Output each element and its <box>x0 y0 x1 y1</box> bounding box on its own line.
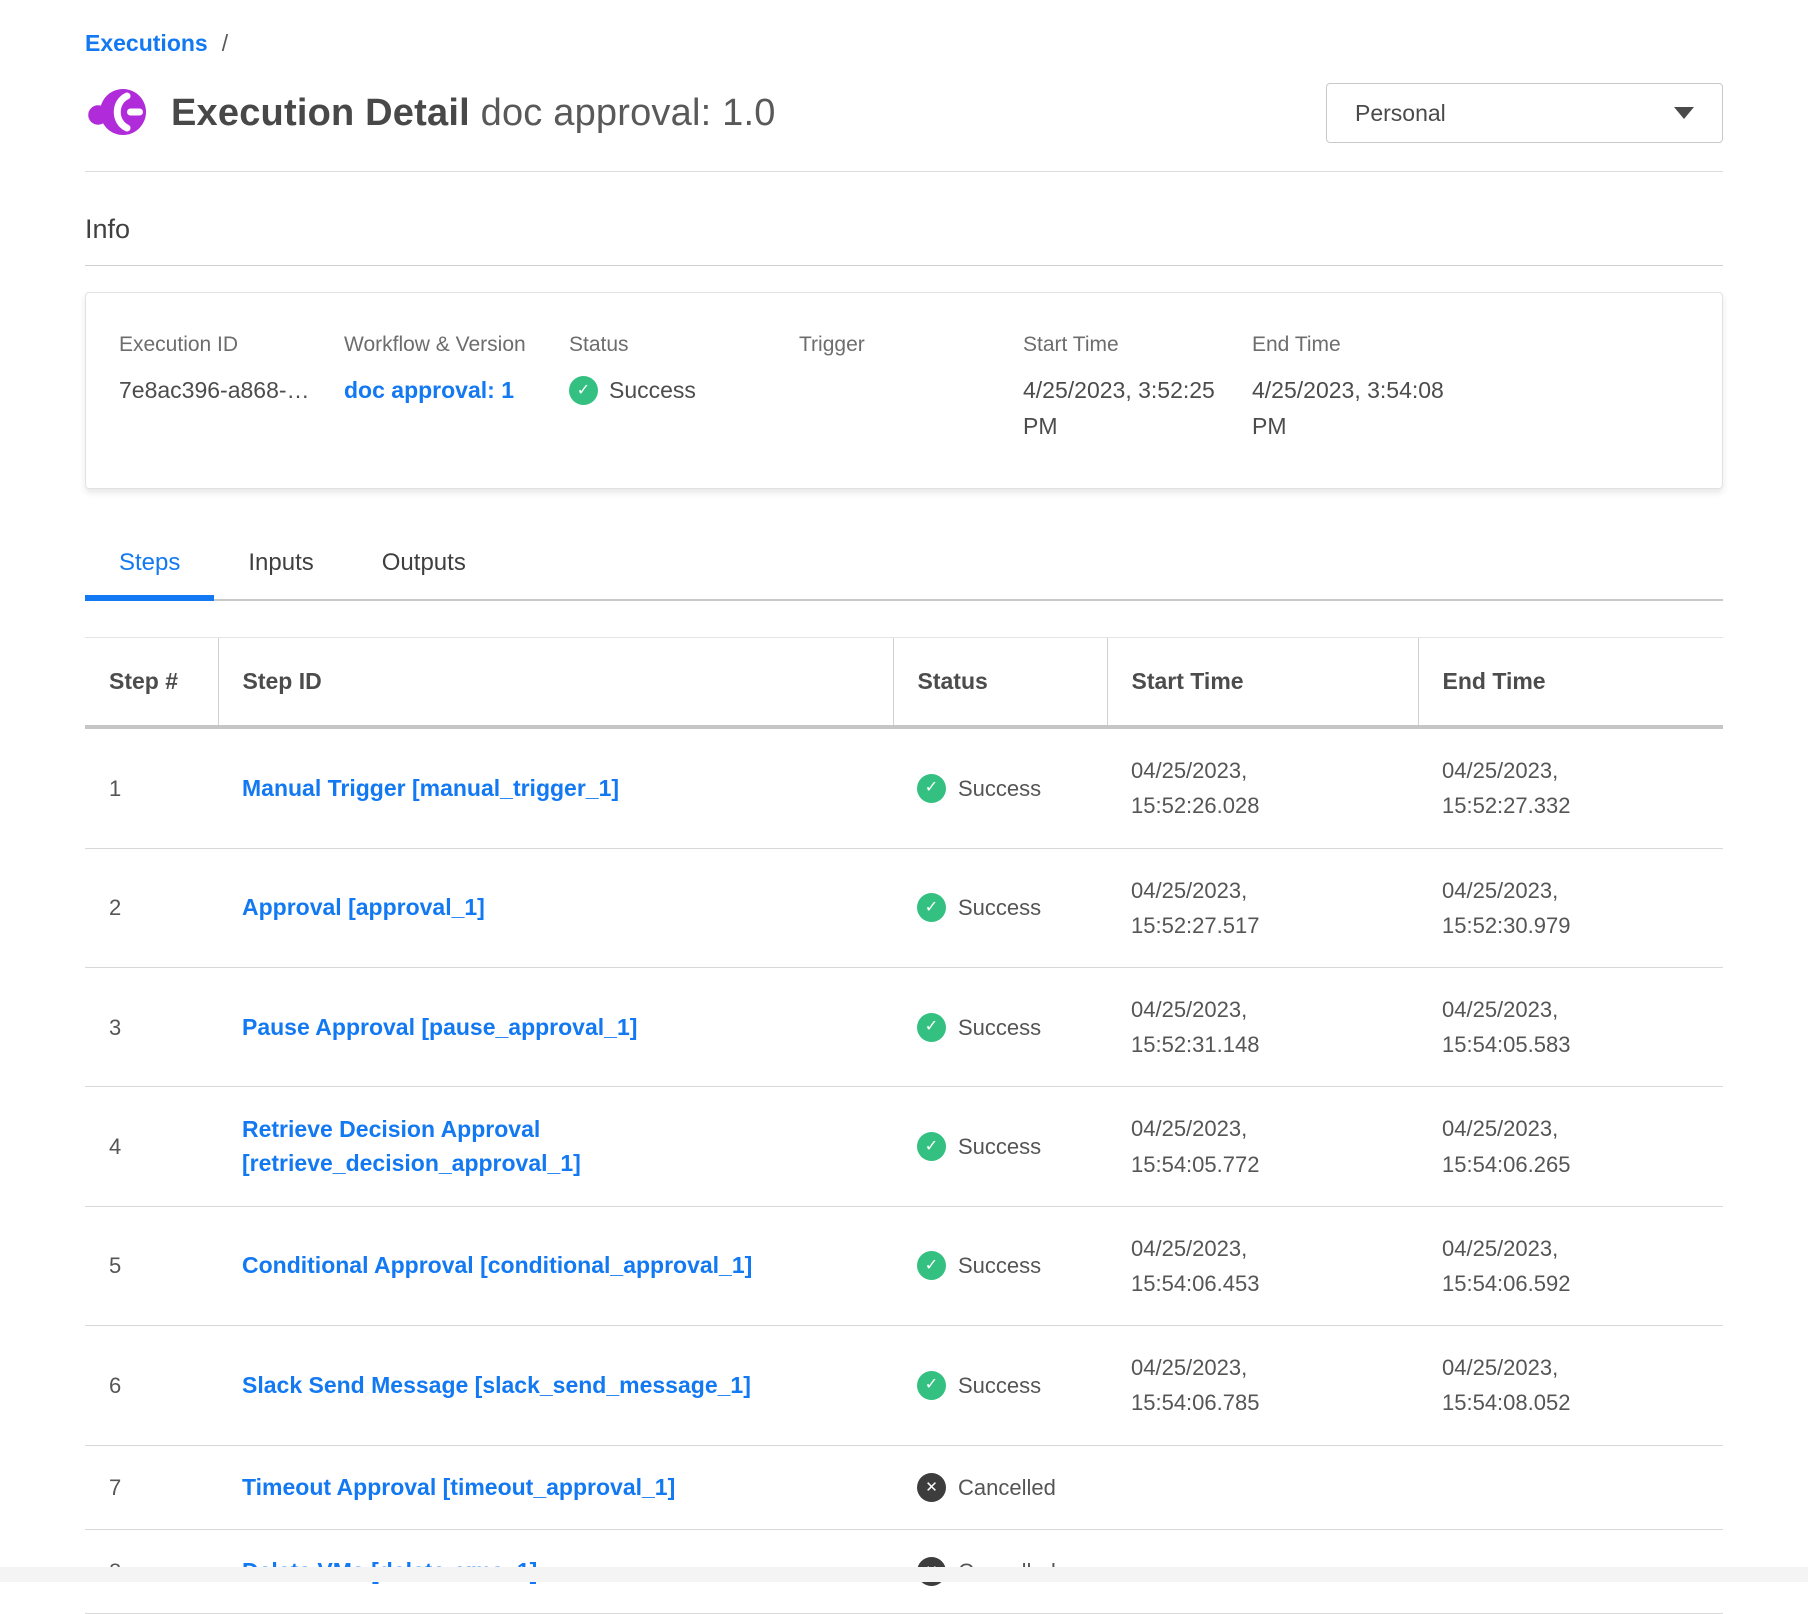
page-bottom-strip <box>0 1567 1808 1582</box>
info-field-status: Status Success <box>569 333 799 444</box>
info-field-execution-id: Execution ID 7e8ac396-a868-… <box>119 333 344 444</box>
status-value: Success <box>569 373 785 409</box>
step-number: 6 <box>85 1326 218 1445</box>
step-number: 5 <box>85 1206 218 1325</box>
start-time-value: 4/25/2023, 3:52:25 PM <box>1023 373 1223 444</box>
step-start-time: 04/25/2023, 15:52:31.148 <box>1131 992 1376 1062</box>
tab-steps[interactable]: Steps <box>85 541 214 601</box>
step-start-time: 04/25/2023, 15:54:06.453 <box>1131 1231 1376 1301</box>
status-text: Cancelled <box>958 1470 1056 1505</box>
info-label: Execution ID <box>119 333 330 357</box>
status-text: Success <box>609 373 696 409</box>
breadcrumb-separator: / <box>222 30 228 57</box>
tab-outputs[interactable]: Outputs <box>348 541 500 601</box>
step-number: 4 <box>85 1087 218 1206</box>
step-end-time: 04/25/2023, 15:52:30.979 <box>1442 873 1687 943</box>
info-field-workflow-version: Workflow & Version doc approval: 1 <box>344 333 569 444</box>
chevron-down-icon <box>1674 107 1694 119</box>
step-start-time: 04/25/2023, 15:54:06.785 <box>1131 1350 1376 1420</box>
status-text: Success <box>958 1248 1041 1283</box>
cancelled-icon <box>917 1473 946 1502</box>
tab-inputs[interactable]: Inputs <box>214 541 347 601</box>
breadcrumb-executions-link[interactable]: Executions <box>85 30 208 57</box>
info-heading: Info <box>85 214 1723 245</box>
step-number: 2 <box>85 848 218 967</box>
breadcrumb: Executions / <box>85 30 1723 57</box>
steps-table: Step # Step ID Status Start Time End Tim… <box>85 637 1723 1614</box>
step-start-time: 04/25/2023, 15:52:27.517 <box>1131 873 1376 943</box>
step-end-time: 04/25/2023, 15:52:27.332 <box>1442 753 1687 823</box>
info-label: Start Time <box>1023 333 1238 357</box>
step-end-time: 04/25/2023, 15:54:06.265 <box>1442 1111 1687 1181</box>
step-end-time: 04/25/2023, 15:54:05.583 <box>1442 992 1687 1062</box>
success-icon <box>569 376 598 405</box>
title-divider <box>85 171 1723 172</box>
step-id-link[interactable]: Conditional Approval [conditional_approv… <box>242 1248 752 1283</box>
step-id-link[interactable]: Pause Approval [pause_approval_1] <box>242 1010 637 1045</box>
success-icon <box>917 1013 946 1042</box>
execution-id-value: 7e8ac396-a868-… <box>119 373 319 409</box>
page-title: Execution Detail doc approval: 1.0 <box>171 92 776 135</box>
col-header-step-number: Step # <box>85 638 218 728</box>
col-header-step-id: Step ID <box>218 638 893 728</box>
info-label: Status <box>569 333 785 357</box>
status-text: Success <box>958 890 1041 925</box>
end-time-value: 4/25/2023, 3:54:08 PM <box>1252 373 1452 444</box>
success-icon <box>917 1132 946 1161</box>
table-row: 2 Approval [approval_1] Success 04/25/20… <box>85 848 1723 967</box>
title-row: Execution Detail doc approval: 1.0 Perso… <box>85 83 1723 143</box>
col-header-status: Status <box>893 638 1107 728</box>
table-row: 1 Manual Trigger [manual_trigger_1] Succ… <box>85 727 1723 848</box>
execution-detail-page: Executions / Execution Detail doc approv… <box>0 0 1808 1614</box>
step-number: 7 <box>85 1445 218 1529</box>
info-field-start-time: Start Time 4/25/2023, 3:52:25 PM <box>1023 333 1252 444</box>
step-number: 3 <box>85 968 218 1087</box>
table-row: 7 Timeout Approval [timeout_approval_1] … <box>85 1445 1723 1529</box>
info-divider <box>85 265 1723 266</box>
page-title-main: Execution Detail <box>171 92 470 134</box>
step-start-time: 04/25/2023, 15:52:26.028 <box>1131 753 1376 823</box>
workflow-brand-icon <box>85 83 149 143</box>
step-id-link[interactable]: Slack Send Message [slack_send_message_1… <box>242 1368 751 1403</box>
table-row: 6 Slack Send Message [slack_send_message… <box>85 1326 1723 1445</box>
workflow-version-link[interactable]: doc approval: 1 <box>344 373 555 409</box>
step-end-time: 04/25/2023, 15:54:06.592 <box>1442 1231 1687 1301</box>
step-id-link[interactable]: Manual Trigger [manual_trigger_1] <box>242 771 619 806</box>
info-label: End Time <box>1252 333 1488 357</box>
col-header-end-time: End Time <box>1418 638 1723 728</box>
step-id-link[interactable]: Approval [approval_1] <box>242 890 485 925</box>
success-icon <box>917 1251 946 1280</box>
step-id-link[interactable]: Timeout Approval [timeout_approval_1] <box>242 1470 675 1505</box>
workspace-select[interactable]: Personal <box>1326 83 1723 143</box>
status-text: Success <box>958 771 1041 806</box>
success-icon <box>917 1371 946 1400</box>
status-text: Success <box>958 1129 1041 1164</box>
success-icon <box>917 893 946 922</box>
info-card: Execution ID 7e8ac396-a868-… Workflow & … <box>85 292 1723 489</box>
table-row: 4 Retrieve Decision Approval [retrieve_d… <box>85 1087 1723 1206</box>
step-start-time: 04/25/2023, 15:54:05.772 <box>1131 1111 1376 1181</box>
table-row: 3 Pause Approval [pause_approval_1] Succ… <box>85 968 1723 1087</box>
step-id-link[interactable]: Retrieve Decision Approval [retrieve_dec… <box>242 1112 873 1181</box>
status-text: Success <box>958 1368 1041 1403</box>
steps-table-header-row: Step # Step ID Status Start Time End Tim… <box>85 638 1723 728</box>
page-title-sub: doc approval: 1.0 <box>481 92 776 134</box>
step-end-time: 04/25/2023, 15:54:08.052 <box>1442 1350 1687 1420</box>
workspace-select-value: Personal <box>1355 100 1446 127</box>
info-field-trigger: Trigger <box>799 333 1023 444</box>
table-row: 5 Conditional Approval [conditional_appr… <box>85 1206 1723 1325</box>
info-field-end-time: End Time 4/25/2023, 3:54:08 PM <box>1252 333 1502 444</box>
col-header-start-time: Start Time <box>1107 638 1418 728</box>
detail-tabs: Steps Inputs Outputs <box>85 541 1723 601</box>
status-text: Success <box>958 1010 1041 1045</box>
step-number: 1 <box>85 727 218 848</box>
success-icon <box>917 774 946 803</box>
info-label: Trigger <box>799 333 1009 357</box>
info-label: Workflow & Version <box>344 333 555 357</box>
